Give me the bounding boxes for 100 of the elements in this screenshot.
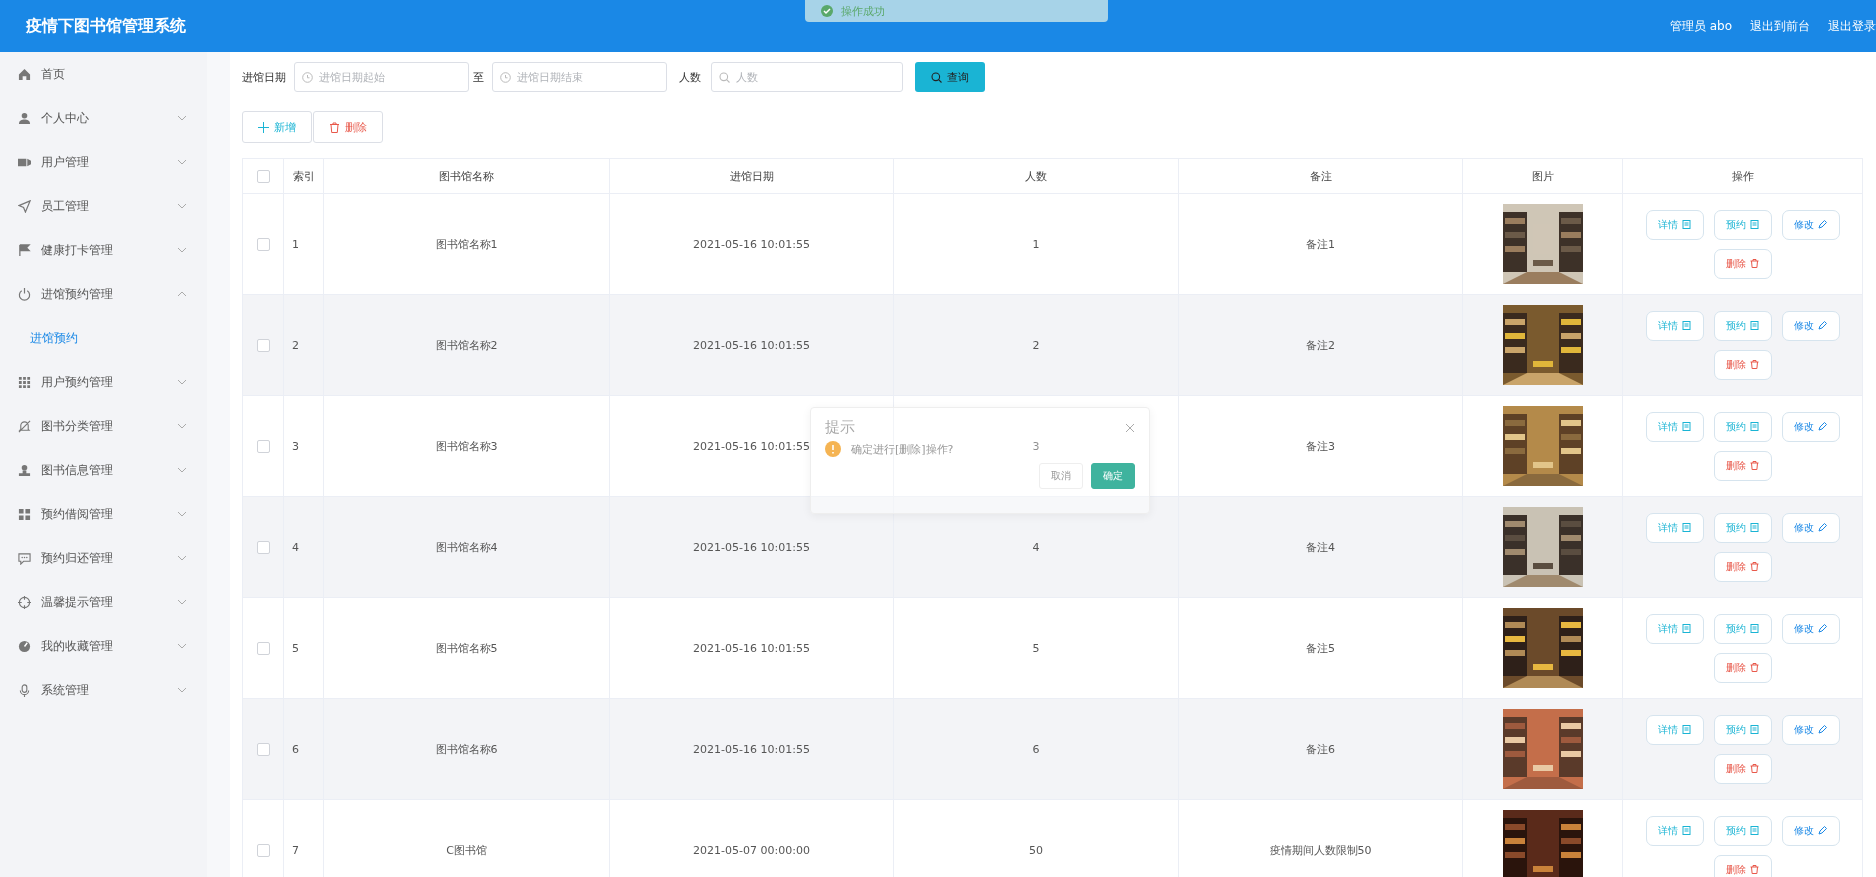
action-button[interactable]: 详情 (1645, 411, 1704, 442)
table-cell: 备注6 (1178, 698, 1463, 800)
table-cell: 备注2 (1178, 294, 1463, 396)
stamp-icon (18, 463, 31, 477)
edit-button[interactable]: 修改 (1781, 310, 1840, 341)
action-button[interactable]: 预约 (1713, 714, 1772, 745)
menu-item[interactable]: 图书信息管理 (0, 448, 207, 492)
edit-button[interactable]: 修改 (1781, 613, 1840, 644)
delete-button[interactable]: 删除 (1713, 450, 1772, 481)
trash-icon (1750, 360, 1759, 369)
header-link[interactable]: 退出登录 (1828, 17, 1876, 35)
column-header: 人数 (893, 158, 1179, 194)
table-cell: 备注4 (1178, 496, 1463, 598)
edit-button[interactable]: 修改 (1781, 512, 1840, 543)
checkbox[interactable] (256, 540, 270, 554)
delete-button[interactable]: 删除 (1713, 551, 1772, 582)
delete-button[interactable]: 删除 (1713, 652, 1772, 683)
action-button[interactable]: 详情 (1645, 714, 1704, 745)
document-icon (1682, 826, 1691, 835)
delete-button[interactable]: 删除 (313, 111, 383, 143)
table-cell: 图书馆名称4 (323, 496, 610, 598)
add-button[interactable]: 新增 (242, 111, 312, 143)
menu-item[interactable]: 首页 (0, 52, 207, 96)
action-button[interactable]: 预约 (1713, 411, 1772, 442)
cancel-button[interactable]: 取消 (1039, 463, 1083, 489)
action-button[interactable]: 预约 (1713, 613, 1772, 644)
table-cell: 6 (893, 698, 1179, 800)
grid-icon (18, 375, 31, 389)
checkbox[interactable] (256, 641, 270, 655)
edit-button[interactable]: 修改 (1781, 209, 1840, 240)
dialog-message: 确定进行[删除]操作? (851, 441, 954, 457)
menu-item[interactable]: 预约借阅管理 (0, 492, 207, 536)
flag-icon (18, 243, 31, 257)
table-cell: 2021-05-16 10:01:55 (609, 294, 894, 396)
submenu-item[interactable]: 进馆预约 (0, 316, 207, 360)
pencil-icon (1818, 321, 1827, 330)
menu-item[interactable]: 健康打卡管理 (0, 228, 207, 272)
table-cell: 图书馆名称5 (323, 597, 610, 699)
action-button[interactable]: 详情 (1645, 209, 1704, 240)
menu-item[interactable]: 预约归还管理 (0, 536, 207, 580)
action-button[interactable]: 详情 (1645, 613, 1704, 644)
menu-item[interactable]: 用户管理 (0, 140, 207, 184)
table-cell: 2021-05-16 10:01:55 (609, 597, 894, 699)
action-button[interactable]: 详情 (1645, 310, 1704, 341)
menu-item[interactable]: 我的收藏管理 (0, 624, 207, 668)
table-cell: 5 (893, 597, 1179, 699)
close-icon[interactable] (1125, 422, 1135, 433)
action-button[interactable]: 预约 (1713, 209, 1772, 240)
action-button[interactable]: 详情 (1645, 815, 1704, 846)
search-icon (719, 72, 730, 83)
delete-button[interactable]: 删除 (1713, 753, 1772, 784)
delete-button[interactable]: 删除 (1713, 854, 1772, 877)
menu-item[interactable]: 员工管理 (0, 184, 207, 228)
delete-button[interactable]: 删除 (1713, 248, 1772, 279)
table-cell: 备注1 (1178, 193, 1463, 295)
confirm-button[interactable]: 确定 (1091, 463, 1135, 489)
action-button[interactable]: 预约 (1713, 310, 1772, 341)
document-icon (1750, 321, 1759, 330)
filter-label: 人数 (679, 69, 701, 85)
input-field[interactable]: 进馆日期结束 (492, 62, 667, 92)
delete-button[interactable]: 删除 (1713, 349, 1772, 380)
action-button[interactable]: 预约 (1713, 815, 1772, 846)
trash-icon (329, 121, 340, 133)
power-icon (18, 287, 31, 301)
column-header: 图书馆名称 (323, 158, 610, 194)
action-button[interactable]: 详情 (1645, 512, 1704, 543)
menu-item[interactable]: 图书分类管理 (0, 404, 207, 448)
menu-item[interactable]: 进馆预约管理 (0, 272, 207, 316)
edit-button[interactable]: 修改 (1781, 815, 1840, 846)
table-cell: 2021-05-16 10:01:55 (609, 698, 894, 800)
table-cell: 图书馆名称1 (323, 193, 610, 295)
checkbox[interactable] (256, 237, 270, 251)
action-button[interactable]: 预约 (1713, 512, 1772, 543)
tiles-icon (18, 507, 31, 521)
input-field[interactable]: 进馆日期起始 (294, 62, 469, 92)
user-label: 管理员 abo (1669, 17, 1732, 35)
document-icon (1682, 523, 1691, 532)
pencil-icon (1818, 624, 1827, 633)
checkbox[interactable] (256, 843, 270, 857)
checkbox[interactable] (256, 439, 270, 453)
table-cell: 备注3 (1178, 395, 1463, 497)
table-cell: 图书馆名称2 (323, 294, 610, 396)
search-button[interactable]: 查询 (915, 62, 985, 92)
filter-label: 至 (473, 69, 484, 85)
input-field[interactable]: 人数 (711, 62, 903, 92)
checkbox[interactable] (256, 742, 270, 756)
menu-item[interactable]: 系统管理 (0, 668, 207, 712)
table-cell: 2 (893, 294, 1179, 396)
menu-item[interactable]: 用户预约管理 (0, 360, 207, 404)
menu-item[interactable]: 个人中心 (0, 96, 207, 140)
checkbox[interactable] (256, 169, 270, 183)
checkbox[interactable] (256, 338, 270, 352)
edit-button[interactable]: 修改 (1781, 714, 1840, 745)
table-cell: 1 (283, 193, 324, 295)
header-link[interactable]: 退出到前台 (1750, 17, 1810, 35)
edit-button[interactable]: 修改 (1781, 411, 1840, 442)
crosshair-icon (18, 595, 31, 609)
table-cell: 图书馆名称3 (323, 395, 610, 497)
menu-item[interactable]: 温馨提示管理 (0, 580, 207, 624)
plus-icon (258, 121, 269, 133)
